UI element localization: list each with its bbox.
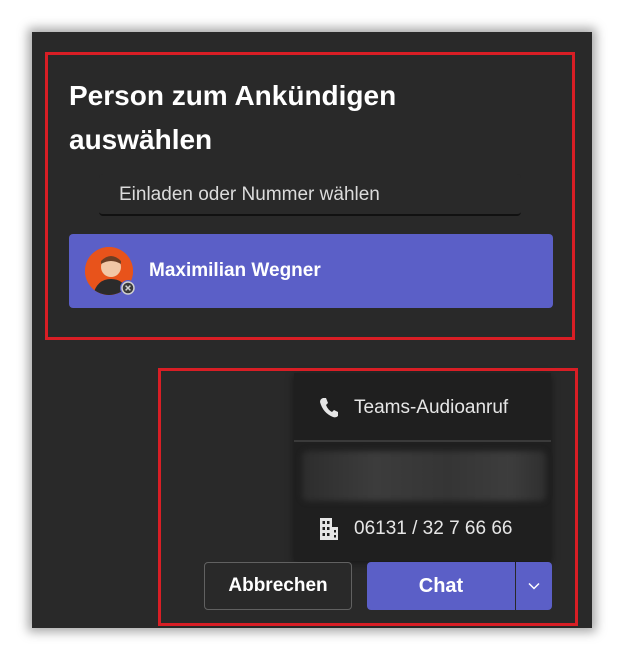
highlight-frame bbox=[45, 52, 575, 340]
highlight-frame bbox=[158, 368, 578, 626]
announce-dialog: Person zum Ankündigen auswählen Einladen… bbox=[32, 32, 592, 628]
